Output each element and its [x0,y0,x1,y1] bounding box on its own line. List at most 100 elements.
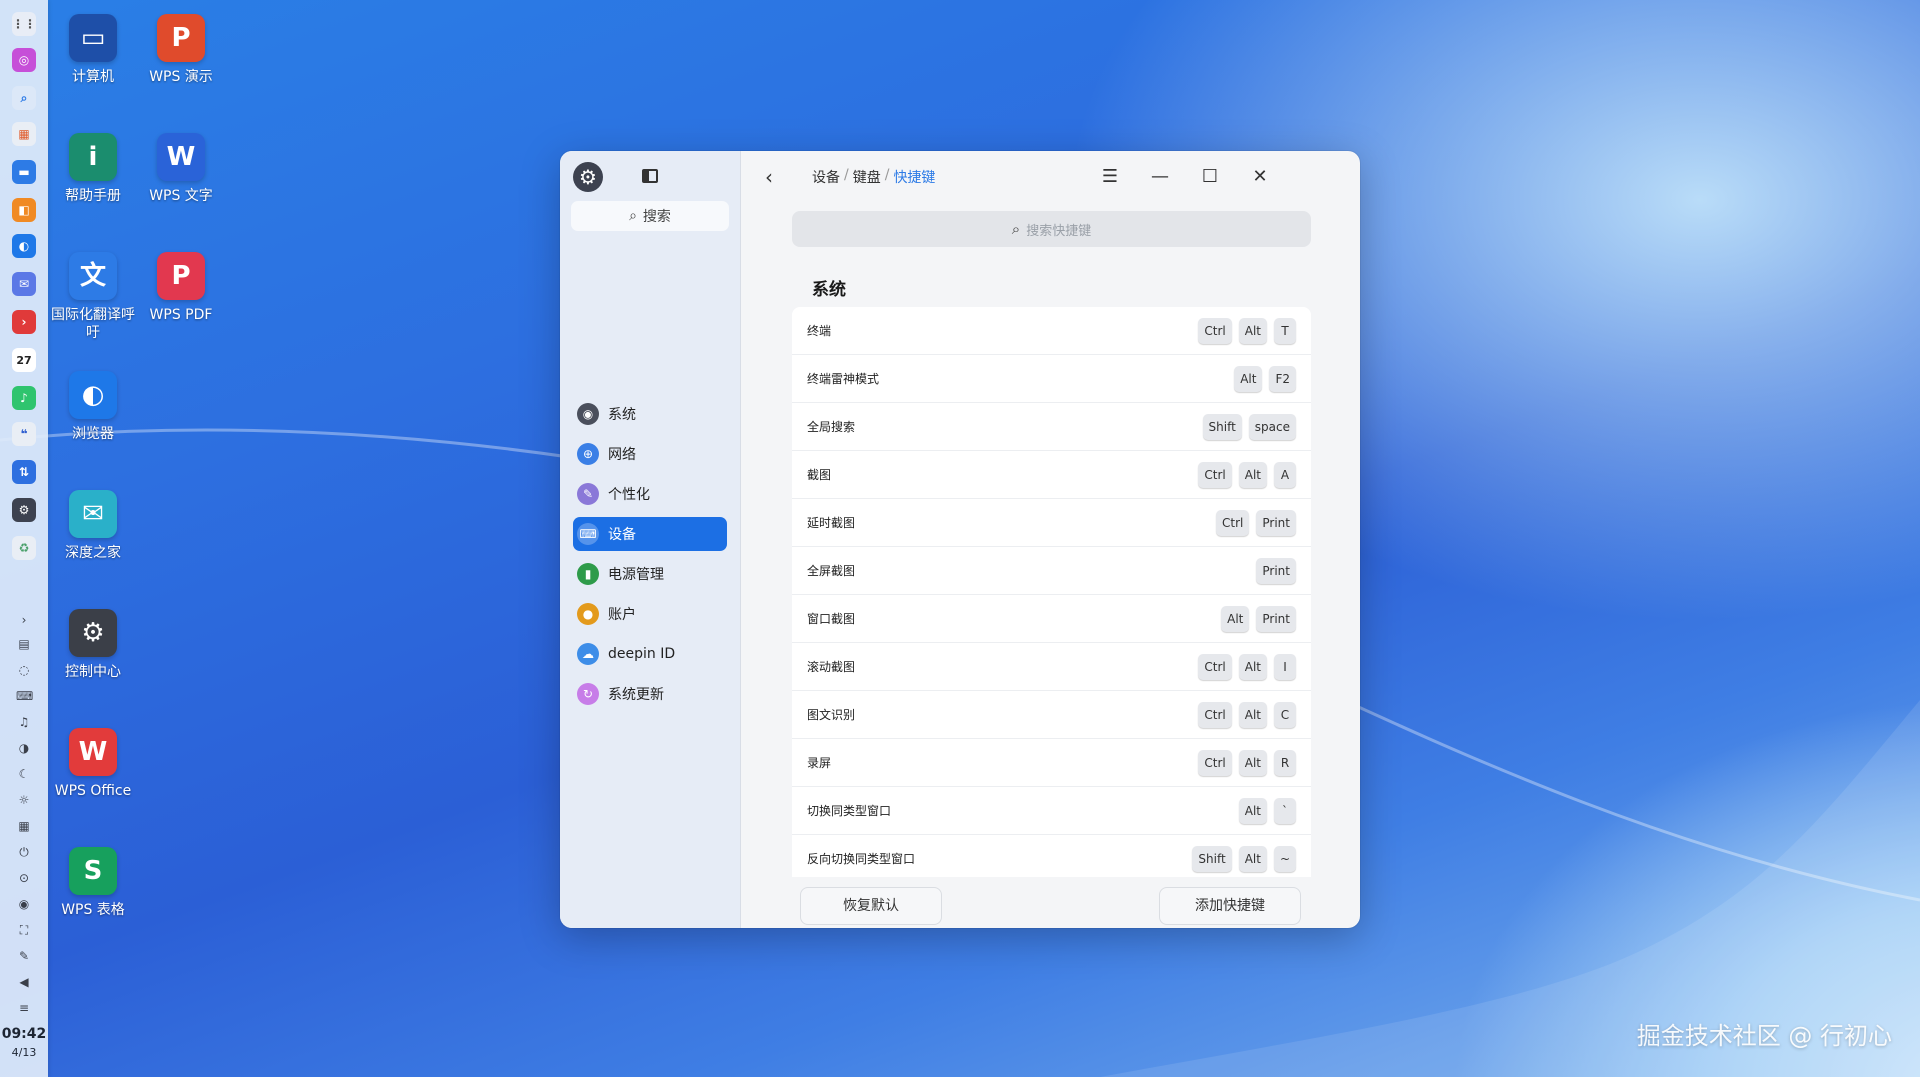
shortcut-row[interactable]: 终端 Ctrl Alt T [792,307,1311,355]
sidebar-search[interactable]: ⌕ 搜索 [571,201,729,231]
desktop-icon[interactable]: ◐ 浏览器 [48,371,138,443]
chevron-right-icon[interactable]: › [16,612,32,628]
mail-icon[interactable]: ✉ [12,272,36,296]
shortcut-keys[interactable]: Ctrl Print [1216,509,1296,536]
assistant-icon[interactable]: ◌ [16,662,32,678]
shortcut-name: 终端雷神模式 [807,372,880,386]
shortcut-keys[interactable]: Print [1256,557,1296,584]
shortcut-keys[interactable]: Ctrl Alt I [1198,653,1296,680]
shortcut-keys[interactable]: Ctrl Alt T [1198,317,1296,344]
shortcut-row[interactable]: 全局搜索 Shift space [792,403,1311,451]
dock-app-icon[interactable]: ◎ [12,48,36,72]
record-icon[interactable]: ◉ [16,896,32,912]
back-button[interactable]: ‹ [757,165,781,189]
shortcut-keys[interactable]: Shift Alt ~ [1192,845,1296,872]
key-cap: Alt [1238,749,1267,776]
app-store-icon[interactable]: ◧ [12,198,36,222]
sidebar-item[interactable]: ⊕ 网络 [573,437,727,471]
file-manager-icon[interactable]: ▬ [12,160,36,184]
search-icon[interactable]: ⌕ [12,86,36,110]
shortcut-row[interactable]: 滚动截图 Ctrl Alt I [792,643,1311,691]
shortcut-row[interactable]: 图文识别 Ctrl Alt C [792,691,1311,739]
screenshot-icon[interactable]: ⛶ [16,922,32,938]
close-icon[interactable]: ✕ [1246,163,1274,191]
launcher-icon[interactable]: ⋮⋮ [12,12,36,36]
shortcut-keys[interactable]: Ctrl Alt A [1198,461,1296,488]
sidebar-item[interactable]: ⌨ 设备 [573,517,727,551]
breadcrumb-item-keyboard[interactable]: 键盘 [853,167,881,187]
desktop-icon[interactable]: 文国际化翻译呼吁 [48,252,138,342]
desktop-icon[interactable]: ⚙ 控制中心 [48,609,138,681]
desktop-icon[interactable]: ✉ 深度之家 [48,490,138,562]
chat-icon[interactable]: ❝ [12,422,36,446]
control-center-logo-icon: ⚙ [573,162,603,192]
shortcut-row[interactable]: 窗口截图 Alt Print [792,595,1311,643]
desktop-icon[interactable]: S WPS 表格 [48,847,138,919]
search-placeholder: 搜索快捷键 [1026,223,1092,239]
keyboard-icon[interactable]: ⌨ [16,688,33,704]
power-icon[interactable]: ⏻ [16,844,32,860]
shortcut-row[interactable]: 反向切换同类型窗口 Shift Alt ~ [792,835,1311,877]
shortcut-keys[interactable]: Ctrl Alt C [1198,701,1296,728]
key-cap: Ctrl [1198,653,1232,680]
shortcut-row[interactable]: 终端雷神模式 Alt F2 [792,355,1311,403]
minimize-icon[interactable]: — [1146,163,1174,191]
desktop-icon[interactable]: W WPS 文字 [136,133,226,205]
sidebar-item-label: 设备 [608,527,636,543]
restore-defaults-button[interactable]: 恢复默认 [800,887,942,925]
shortcut-row[interactable]: 全屏截图 Print [792,547,1311,595]
sidebar-item[interactable]: ☁ deepin ID [573,637,727,671]
shortcut-keys[interactable]: Alt F2 [1234,365,1296,392]
music-icon[interactable]: ♪ [12,386,36,410]
calculator-icon[interactable]: ▦ [16,818,32,834]
pen-icon[interactable]: ✎ [16,948,32,964]
browser-icon[interactable]: ◐ [12,234,36,258]
shortcut-keys[interactable]: Ctrl Alt R [1198,749,1296,776]
desktop-icon[interactable]: P WPS PDF [136,252,226,324]
desktop-icon[interactable]: ▭ 计算机 [48,14,138,86]
shortcut-keys[interactable]: Alt Print [1221,605,1296,632]
menu-icon[interactable]: ☰ [1096,163,1124,191]
sync-icon[interactable]: ⇅ [12,460,36,484]
key-cap: Alt [1238,653,1267,680]
clock-time[interactable]: 09:42 [0,1026,48,1042]
clipboard-icon[interactable]: ▤ [16,636,32,652]
wps-presentation-icon: P [157,14,205,62]
key-cap: Ctrl [1198,701,1232,728]
shortcut-keys[interactable]: Alt ` [1238,797,1296,824]
sidebar-item[interactable]: ◉ 系统 [573,397,727,431]
sidebar-item[interactable]: ● 账户 [573,597,727,631]
sidebar-item[interactable]: ▮ 电源管理 [573,557,727,591]
control-center-window: ⚙ ⌕ 搜索 ◉ 系统 ⊕ 网络 ✎ 个性化 ⌨ 设备 ▮ 电源管理 ● 账户 ☁ deepin ID ↻ 系… [560,151,1360,928]
add-shortcut-button[interactable]: 添加快捷键 [1159,887,1301,925]
shortcut-row[interactable]: 录屏 Ctrl Alt R [792,739,1311,787]
bell-icon[interactable]: ♫ [16,714,32,730]
shortcut-row[interactable]: 截图 Ctrl Alt A [792,451,1311,499]
store-icon[interactable]: ▦ [12,122,36,146]
contrast-icon[interactable]: ◑ [16,740,32,756]
desktop-icon[interactable]: W WPS Office [48,728,138,800]
terminal-icon[interactable]: › [12,310,36,334]
calendar-icon[interactable]: 27 [12,348,36,372]
brightness-icon[interactable]: ☼ [16,792,32,808]
breadcrumb-item-device[interactable]: 设备 [812,167,840,187]
trash-icon[interactable]: ♻ [12,536,36,560]
translate-icon: 文 [69,252,117,300]
desktop-icon[interactable]: i 帮助手册 [48,133,138,205]
shortcut-name: 延时截图 [807,516,856,530]
volume-icon[interactable]: ◀ [16,974,32,990]
sidebar-item[interactable]: ✎ 个性化 [573,477,727,511]
settings-icon[interactable]: ⚙ [12,498,36,522]
download-icon[interactable]: ⊙ [16,870,32,886]
desktop-icon[interactable]: P WPS 演示 [136,14,226,86]
network-icon[interactable]: ≡ [16,1000,32,1016]
shortcut-search-input[interactable]: ⌕ 搜索快捷键 [792,211,1311,247]
shortcut-keys[interactable]: Shift space [1202,413,1296,440]
shortcut-row[interactable]: 切换同类型窗口 Alt ` [792,787,1311,835]
moon-icon[interactable]: ☾ [16,766,32,782]
sidebar-item[interactable]: ↻ 系统更新 [573,677,727,711]
maximize-icon[interactable]: ☐ [1196,163,1224,191]
network-icon: ⊕ [577,443,599,465]
sidebar-toggle-icon[interactable] [642,169,658,183]
shortcut-row[interactable]: 延时截图 Ctrl Print [792,499,1311,547]
